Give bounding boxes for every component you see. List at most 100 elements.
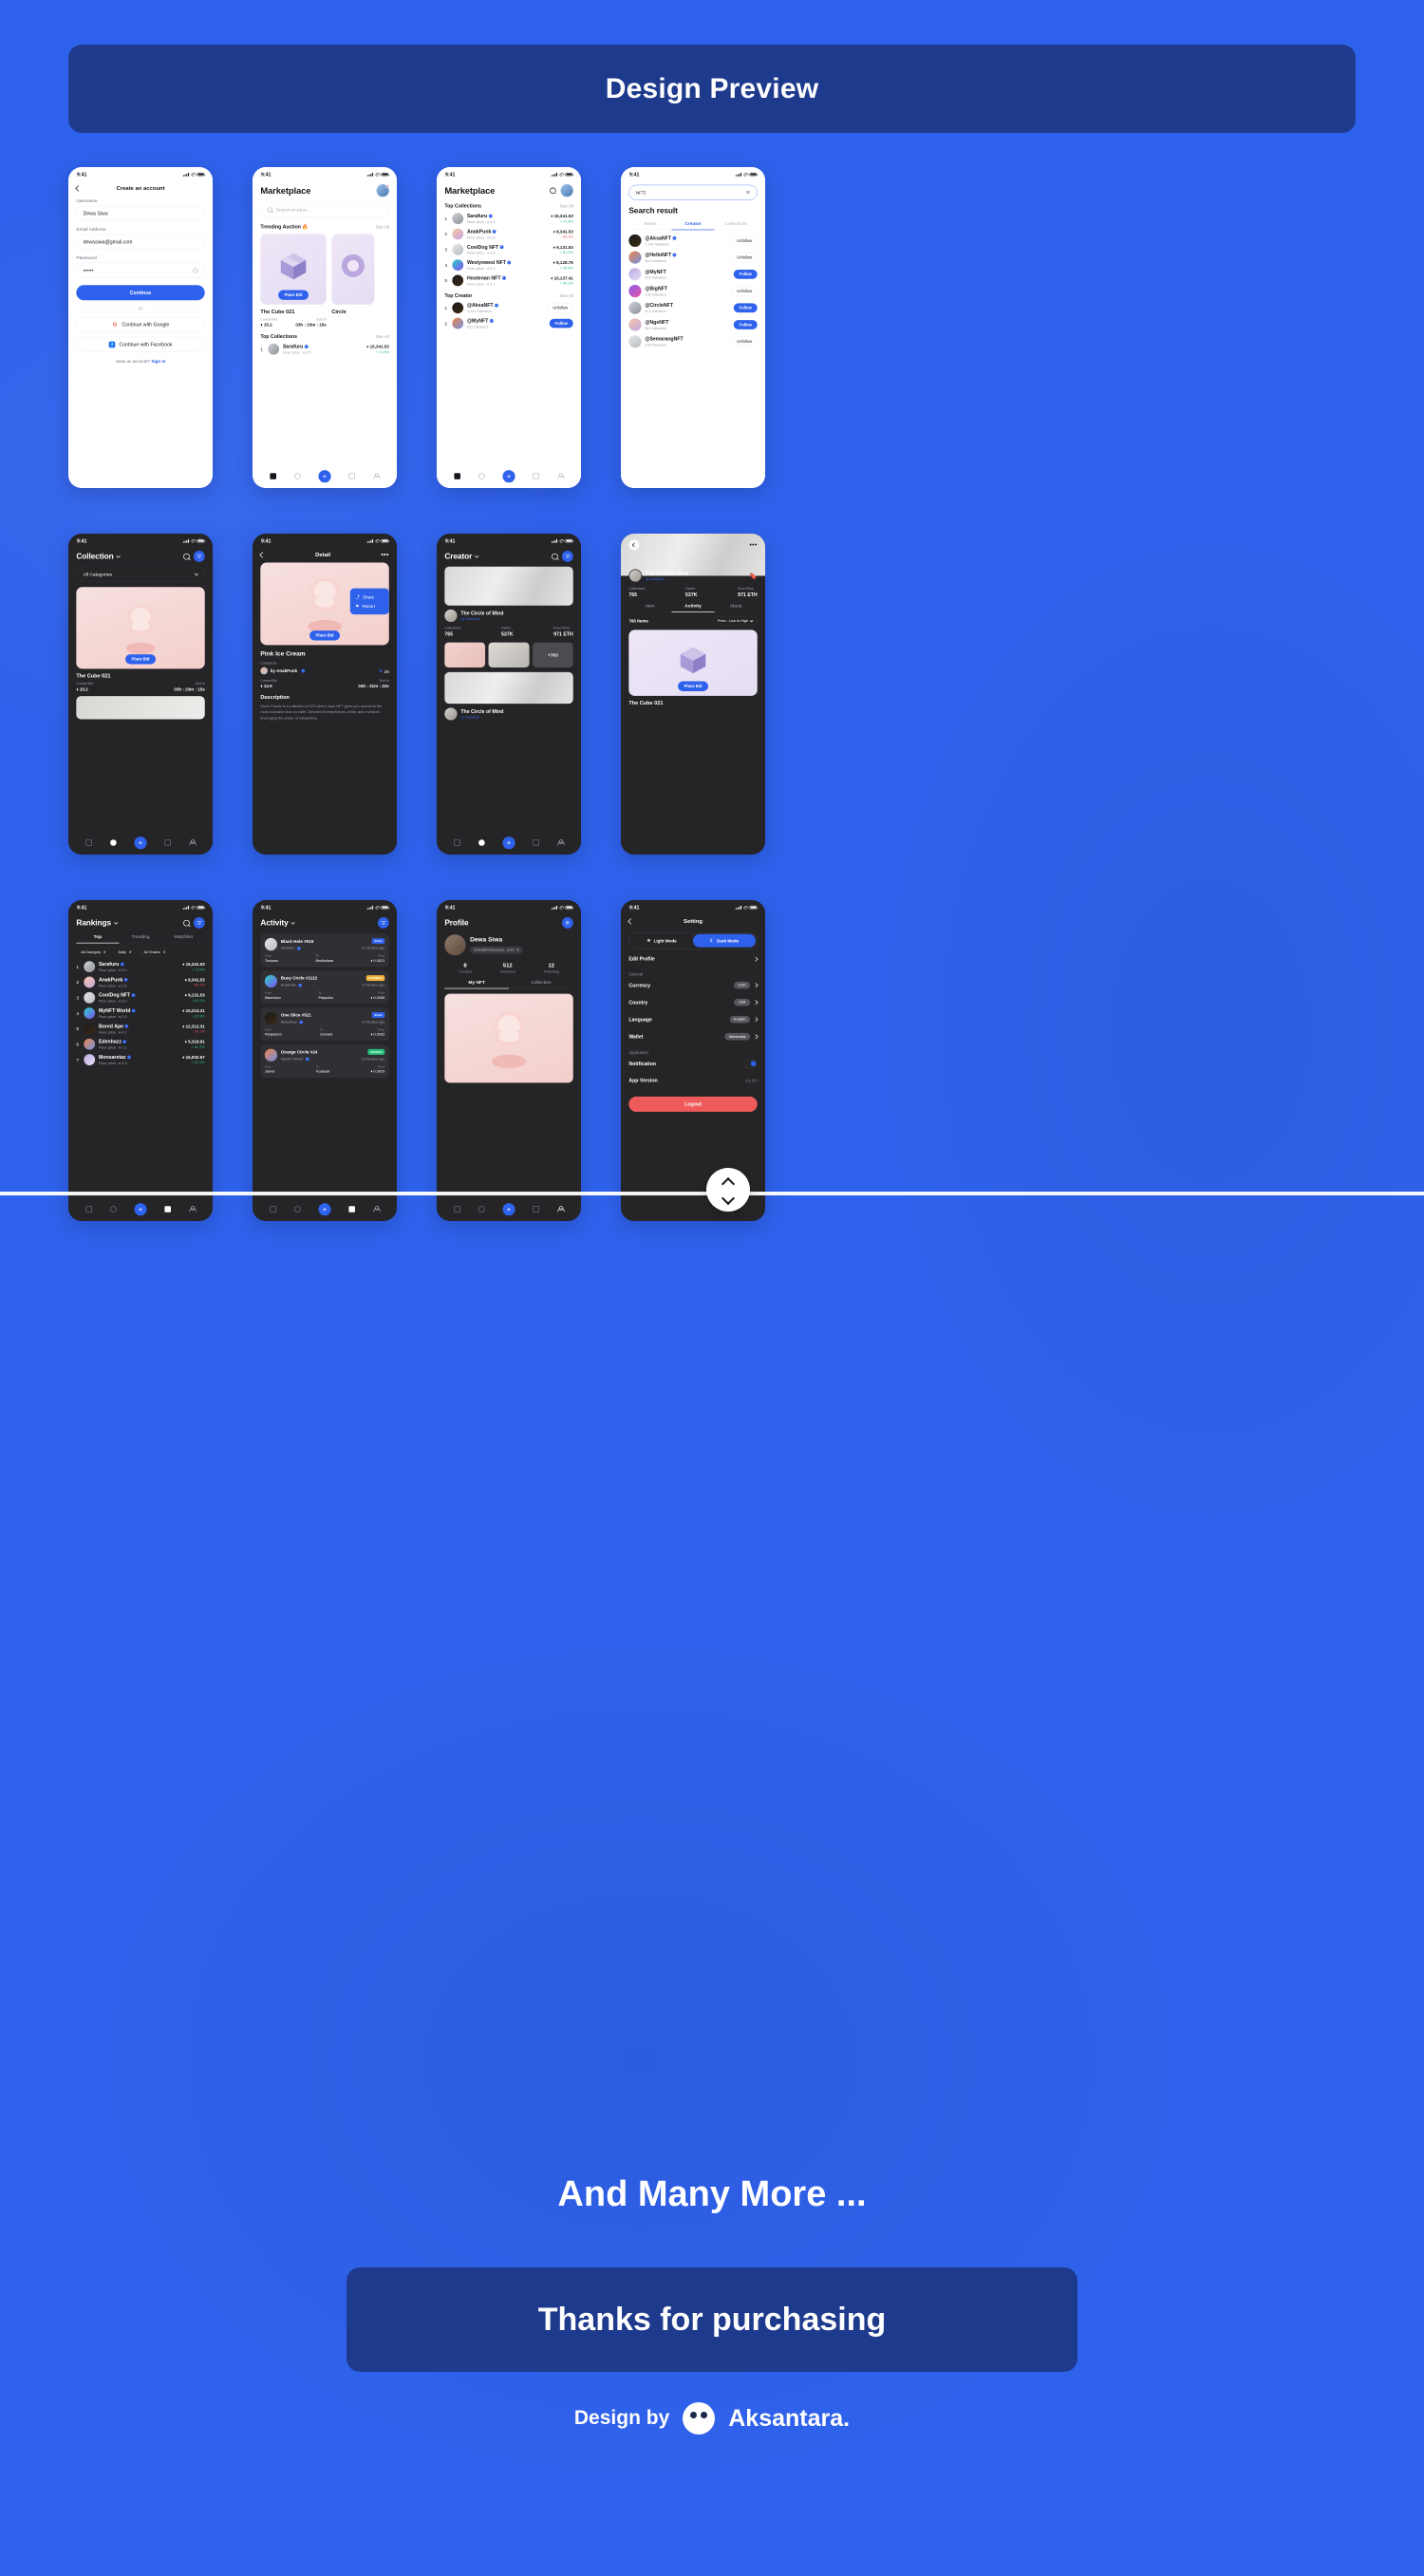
tab-profile-icon[interactable] [189, 1206, 197, 1213]
close-icon[interactable]: ✕ [103, 950, 105, 954]
notification-toggle[interactable] [743, 1060, 758, 1068]
more-icon[interactable]: ••• [749, 541, 757, 548]
follow-button[interactable]: Unfollow [731, 253, 758, 263]
search-icon[interactable] [183, 553, 190, 560]
list-item[interactable]: 2 AnakPunk ✓ Floor price : ♦ 2.6 ♦ 8,341.… [444, 228, 573, 240]
follow-button[interactable]: Follow [733, 270, 758, 279]
search-input[interactable]: Search product ... [260, 201, 389, 217]
list-item[interactable]: 1 Sarafuru ✓ Floor price : ♦ 3.5 ♦ 15,341… [76, 961, 205, 973]
setting-row[interactable]: Country USA [628, 994, 759, 1011]
filter-chip[interactable]: All Category ✕ [76, 948, 111, 957]
tab-profile-icon[interactable] [373, 473, 381, 479]
chevron-down-icon[interactable] [116, 554, 121, 558]
search-icon[interactable] [550, 187, 556, 194]
tab-add-button[interactable]: + [502, 836, 515, 850]
tab-watchlist[interactable]: Watchlist [162, 933, 205, 943]
back-icon[interactable] [259, 552, 266, 558]
like-icon[interactable]: ♥ [379, 668, 382, 674]
list-item[interactable]: 1 @AksaNFT ✓ 1.241 followers Unfollow [444, 302, 573, 314]
list-item[interactable]: @HelloNFT ✓ 812 followers Unfollow [628, 251, 758, 264]
copy-icon[interactable]: ⧉ [516, 949, 518, 952]
scroll-indicator[interactable] [706, 1168, 750, 1212]
creator-thumb[interactable] [444, 642, 486, 668]
more-icon[interactable]: ••• [381, 552, 388, 558]
tab-activity-icon[interactable] [348, 1206, 356, 1213]
context-menu[interactable]: ⤴ Share ⚑ Report [349, 588, 389, 615]
see-all-link[interactable]: See All [376, 334, 389, 339]
tab-profile-icon[interactable] [557, 839, 565, 846]
follow-button[interactable]: Unfollow [731, 235, 758, 246]
light-mode-option[interactable]: ☀ Light Mode [630, 934, 693, 948]
list-item[interactable]: 2 AnakPunk ✓ Floor price : ♦ 2.6 ♦ 8,341.… [76, 976, 205, 988]
search-query-input[interactable]: NFT| ✕ [628, 184, 758, 200]
tab-activity[interactable]: Activity [671, 603, 715, 612]
collection-card-next[interactable] [76, 696, 205, 720]
tab-collections[interactable]: Collections [715, 220, 758, 230]
auction-card-next[interactable] [331, 234, 375, 305]
tab-search-icon[interactable] [478, 473, 485, 479]
collection-card[interactable]: Place Bid [76, 587, 205, 669]
tab-add-button[interactable]: + [134, 836, 147, 850]
list-item[interactable]: @SemarangNFT 192 followers Unfollow [628, 335, 758, 348]
creator-thumb-more[interactable]: +763 [532, 642, 573, 668]
follow-button[interactable]: Follow [733, 320, 758, 329]
tab-about[interactable]: About [715, 603, 758, 612]
tab-profile-icon[interactable] [557, 1206, 565, 1213]
tab-search-icon[interactable] [109, 1206, 117, 1213]
tab-home-icon[interactable] [454, 1206, 461, 1213]
place-bid-button[interactable]: Place Bid [125, 654, 157, 665]
place-bid-button[interactable]: Place Bid [309, 630, 341, 641]
auction-card[interactable]: Place Bid [260, 234, 327, 305]
place-bid-button[interactable]: Place Bid [278, 290, 309, 300]
filter-button[interactable] [377, 917, 389, 929]
place-bid-button[interactable]: Place Bid [678, 681, 709, 692]
tab-search-icon[interactable] [293, 473, 301, 479]
tab-search-icon[interactable] [109, 839, 117, 846]
item-card[interactable]: Place Bid [628, 630, 758, 696]
list-item[interactable]: 7 Monsaretaz ✓ Floor price : ♦ 4.3 ♦ 15,9… [76, 1054, 205, 1066]
filter-button[interactable] [193, 551, 205, 562]
tab-search-icon[interactable] [293, 1206, 301, 1213]
tab-activity-icon[interactable] [533, 839, 540, 846]
password-input[interactable]: •••••• [76, 262, 205, 278]
activity-card[interactable]: One Slice #521 SALE BoredApe ✓ 4 minutes… [260, 1007, 389, 1042]
activity-card[interactable]: Black Hole #015 SALE Sarafuru ✓ 2 minute… [260, 933, 389, 968]
list-item[interactable]: 3 CoolDog NFT ✓ Floor price : ♦ 3.9 ♦ 9,1… [76, 992, 205, 1004]
list-item[interactable]: 5 Hootenan NFT ✓ Floor price : ♦ 3.1 ♦ 10… [444, 274, 573, 287]
tab-home-icon[interactable] [85, 1206, 93, 1213]
continue-google-button[interactable]: G Continue with Google [76, 316, 205, 332]
filter-button[interactable] [193, 917, 205, 929]
list-item[interactable]: 1 Sarafuru ✓ Floor price : ♦ 3.5 ♦ 15,341… [260, 343, 389, 355]
search-icon[interactable] [183, 919, 190, 927]
avatar[interactable] [376, 184, 389, 197]
search-icon[interactable] [552, 553, 558, 560]
profile-nft-card[interactable] [444, 993, 573, 1083]
tab-my-nft[interactable]: My NFT [444, 979, 510, 989]
notification-row[interactable]: Notification [628, 1055, 758, 1072]
list-item[interactable]: @CircleNFT 412 followers Follow [628, 301, 758, 314]
tab-item[interactable]: Item [628, 603, 671, 612]
tab-add-button[interactable]: + [318, 1202, 331, 1216]
tab-home-icon[interactable] [85, 839, 93, 846]
username-input[interactable]: Dewa Siwa [76, 205, 205, 221]
filter-button[interactable] [561, 551, 573, 562]
tab-activity-icon[interactable] [533, 1206, 540, 1213]
list-item[interactable]: 4 Wesiyowesi NFT ✓ Floor price : ♦ 3.2 ♦ … [444, 259, 573, 272]
avatar[interactable] [560, 184, 573, 197]
chevron-down-icon[interactable] [290, 920, 295, 925]
tab-home-icon[interactable] [454, 473, 461, 479]
tab-home-icon[interactable] [270, 1206, 277, 1213]
sort-select[interactable]: Price : Low to High [713, 616, 758, 626]
list-item[interactable]: 4 MyNFT World ✓ Floor price : ♦ 2.9 ♦ 10,… [76, 1007, 205, 1020]
filter-chip[interactable]: Daily ✕ [113, 948, 137, 957]
list-item[interactable]: @BigNFT 192 followers Unfollow [628, 285, 758, 298]
filter-chip[interactable]: All Chains ✕ [139, 948, 171, 957]
list-item[interactable]: 6 Edenhazz ✓ Floor price : ♦ 1.2 ♦ 5,318.… [76, 1038, 205, 1050]
activity-card[interactable]: Busy Circle #1122 LISTINGS Anakhole ✓ 3 … [260, 970, 389, 1005]
signin-link[interactable]: Sign In [151, 359, 165, 364]
setting-row[interactable]: Language English [628, 1011, 759, 1028]
tab-items[interactable]: Items [628, 220, 671, 230]
follow-button[interactable]: Follow [549, 318, 573, 329]
tab-search-icon[interactable] [478, 1206, 485, 1213]
tab-search-icon[interactable] [478, 839, 485, 846]
